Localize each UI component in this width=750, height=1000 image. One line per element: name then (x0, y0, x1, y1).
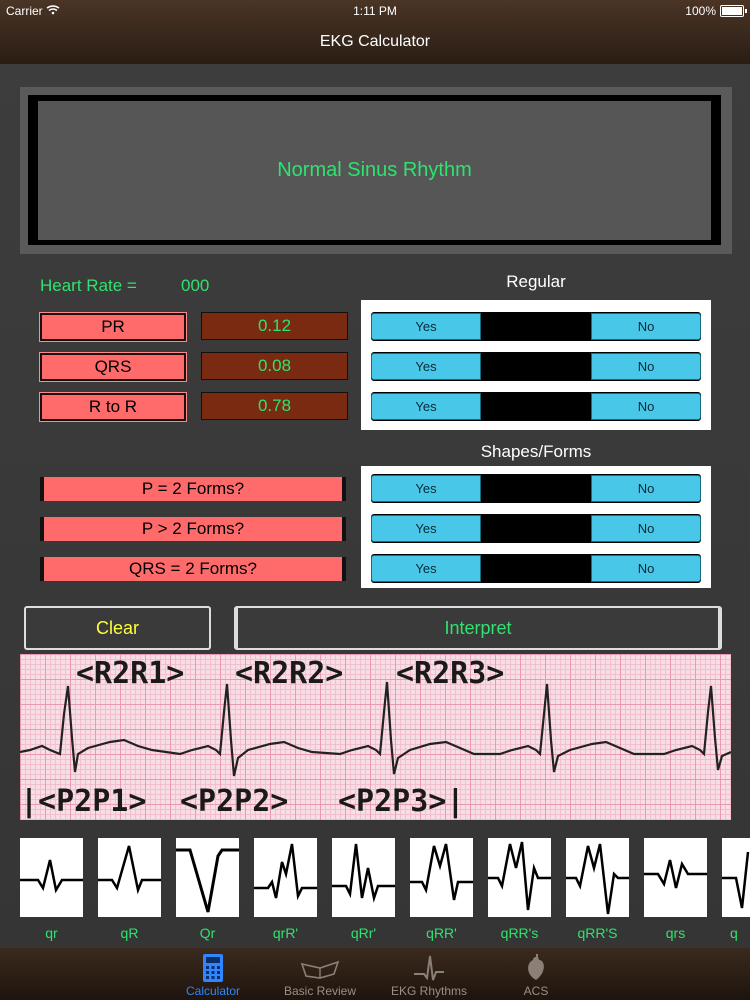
p-more-forms-segment[interactable]: Yes No (371, 514, 701, 543)
tab-basic-review-label: Basic Review (283, 984, 357, 998)
complex-label-qRr: qRr' (350, 925, 377, 941)
complex-label-qR: qR (120, 925, 139, 941)
clear-button[interactable]: Clear (24, 606, 211, 650)
tab-acs[interactable]: ACS (481, 948, 591, 1000)
qrs-regular-segment[interactable]: Yes No (371, 352, 701, 381)
complex-label-qRR: qRR' (426, 925, 457, 941)
complex-label-Qr: Qr (199, 925, 216, 941)
pr-yes-option[interactable]: Yes (371, 313, 481, 340)
qrs-yes-option[interactable]: Yes (371, 353, 481, 380)
book-icon (300, 954, 340, 982)
shapes-panel: Yes No Yes No Yes No (361, 466, 711, 588)
battery-icon (720, 5, 747, 17)
rr-regular-segment[interactable]: Yes No (371, 392, 701, 421)
tab-ekg-rhythms[interactable]: EKG Rhythms (374, 948, 484, 1000)
p-two-forms-button[interactable]: P = 2 Forms? (40, 477, 346, 501)
p-two-no-option[interactable]: No (591, 475, 701, 502)
r-to-r-value[interactable]: 0.78 (201, 392, 348, 420)
complex-qRRs-thumb[interactable] (488, 838, 551, 917)
tab-calculator[interactable]: Calculator (158, 948, 268, 1000)
complex-qRRS-thumb[interactable] (566, 838, 629, 917)
qrs-two-yes-option[interactable]: Yes (371, 555, 481, 582)
p-two-yes-option[interactable]: Yes (371, 475, 481, 502)
tab-basic-review[interactable]: Basic Review (265, 948, 375, 1000)
qrs-button[interactable]: QRS (39, 352, 187, 382)
complex-qrs-thumb[interactable] (644, 838, 707, 917)
regular-section-title: Regular (506, 272, 566, 291)
ekg-wave-icon (412, 954, 446, 982)
pr-regular-segment[interactable]: Yes No (371, 312, 701, 341)
p2p3-label: <P2P3>| (338, 784, 465, 819)
p-more-forms-button[interactable]: P > 2 Forms? (40, 517, 346, 541)
pr-button[interactable]: PR (39, 312, 187, 342)
complex-qR-thumb[interactable] (98, 838, 161, 917)
p-two-forms-segment[interactable]: Yes No (371, 474, 701, 503)
rr-yes-option[interactable]: Yes (371, 393, 481, 420)
r2r2-label: <R2R2> (235, 656, 344, 691)
complex-label-partial: q (730, 925, 738, 941)
qrs-two-forms-segment[interactable]: Yes No (371, 554, 701, 583)
tab-ekg-rhythms-label: EKG Rhythms (390, 984, 468, 998)
qrs-two-forms-button[interactable]: QRS = 2 Forms? (40, 557, 346, 581)
status-bar: Carrier 1:11 PM 100% (0, 0, 750, 22)
tab-calculator-label: Calculator (185, 984, 241, 998)
interpret-button[interactable]: Interpret (234, 606, 722, 650)
qrs-no-option[interactable]: No (591, 353, 701, 380)
p2p1-label: |<P2P1> (20, 784, 147, 819)
complex-partial-thumb[interactable] (722, 838, 750, 917)
ekg-strip: <R2R1> <R2R2> <R2R3> |<P2P1> <P2P2> <P2P… (20, 654, 731, 820)
r2r1-label: <R2R1> (76, 656, 185, 691)
shapes-section-title: Shapes/Forms (480, 442, 592, 461)
qrs-value[interactable]: 0.08 (201, 352, 348, 380)
complex-label-qrs: qrs (665, 925, 686, 941)
battery-indicator: 100% (685, 4, 747, 18)
complex-qRR-thumb[interactable] (410, 838, 473, 917)
heart-rate-value: 000 (181, 276, 210, 295)
complex-qr-thumb[interactable] (20, 838, 83, 917)
heart-rate-label: Heart Rate = (40, 276, 137, 295)
qrs-two-no-option[interactable]: No (591, 555, 701, 582)
complex-label-qRRS: qRR'S (577, 925, 618, 941)
r2r3-label: <R2R3> (396, 656, 505, 691)
complex-qrR-thumb[interactable] (254, 838, 317, 917)
p-more-yes-option[interactable]: Yes (371, 515, 481, 542)
calculator-icon (196, 954, 230, 982)
status-time: 1:11 PM (353, 4, 397, 18)
complex-qRr-thumb[interactable] (332, 838, 395, 917)
complex-Qr-thumb[interactable] (176, 838, 239, 917)
pr-no-option[interactable]: No (591, 313, 701, 340)
regular-panel: Yes No Yes No Yes No (361, 300, 711, 430)
page-title: EKG Calculator (319, 33, 431, 50)
pr-value[interactable]: 0.12 (201, 312, 348, 340)
result-display: Normal Sinus Rhythm (38, 101, 711, 240)
complex-label-qrR: qrR' (272, 925, 299, 941)
rr-no-option[interactable]: No (591, 393, 701, 420)
p2p2-label: <P2P2> (180, 784, 289, 819)
p-more-no-option[interactable]: No (591, 515, 701, 542)
heart-icon (519, 954, 553, 982)
complex-label-qr: qr (45, 925, 58, 941)
complex-label-qRRs: qRR's (500, 925, 539, 941)
r-to-r-button[interactable]: R to R (39, 392, 187, 422)
tab-acs-label: ACS (523, 984, 549, 998)
